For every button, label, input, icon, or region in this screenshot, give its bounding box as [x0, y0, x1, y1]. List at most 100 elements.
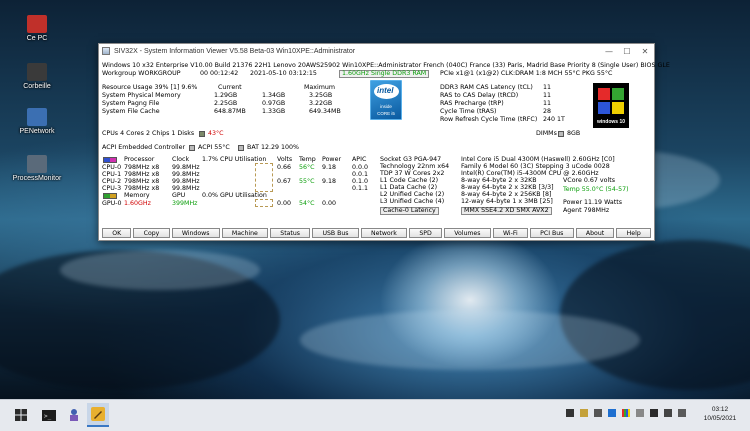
proc-header-apic: APIC	[352, 156, 367, 163]
gpu-power: 0.00	[322, 200, 337, 207]
desktop-icon-processmonitor[interactable]: ProcessMonitor	[7, 155, 67, 182]
gpu-temp: 54°C	[299, 200, 315, 207]
intel-model-text: CORE i5	[377, 111, 395, 116]
resource-label: System Pagng File	[102, 100, 160, 107]
toolbar-button-spd[interactable]: SPD	[409, 228, 442, 238]
cache-latency-button[interactable]: Cache-0 Latency	[380, 206, 439, 215]
toolbar-button-copy[interactable]: Copy	[133, 228, 170, 238]
instruction-set-box[interactable]: MMX SSE4.2 XD SMX AVX2	[461, 206, 552, 215]
resource-current: 1.33GB	[262, 108, 286, 115]
app-icon	[102, 47, 110, 55]
battery-text: BAT 12.29 100%	[247, 144, 300, 151]
desktop-icon-label: Corbeille	[23, 83, 51, 90]
memory-color-swatch	[103, 192, 117, 199]
toolbar-button-about[interactable]: About	[575, 228, 615, 238]
wallpaper-cloud	[60, 250, 260, 290]
proc-header-processor: Processor	[124, 156, 155, 163]
toolbar-button-network[interactable]: Network	[360, 228, 408, 238]
gpu-mhz: 1.60GHz	[124, 200, 151, 207]
cpu-count-text: CPUs 4 Cores 2 Chips 1 Disks	[102, 130, 195, 137]
tray-volume-icon[interactable]	[664, 409, 672, 417]
siv-content: Windows 10 x32 Enterprise V10.00 Build 2…	[102, 59, 670, 227]
window-titlebar[interactable]: SIV32X - System Information Viewer V5.58…	[99, 44, 654, 58]
toolbar-button-usb-bus[interactable]: USB Bus	[312, 228, 359, 238]
dimm-swatch	[558, 130, 564, 137]
ram-timing-value: 11	[543, 84, 552, 91]
resource-label: System File Cache	[102, 108, 160, 115]
taskbar-clock[interactable]: 03:12 10/05/2021	[696, 405, 744, 423]
gpu-name: GPU-0	[102, 200, 122, 207]
windows-10-logo: windows 10	[593, 83, 629, 128]
desktop-icon-label: ProcessMonitor	[12, 175, 62, 182]
disk-swatch	[199, 130, 205, 137]
cpu-power-text: Power 11.19 Watts	[563, 199, 622, 206]
proc-header-clock: Clock	[172, 156, 190, 163]
toolbar-button-help[interactable]: Help	[616, 228, 651, 238]
gpu-volts: 0.00	[277, 200, 292, 207]
windows-start-icon	[15, 409, 27, 421]
uptime-text: 00 00:12:42	[200, 70, 239, 77]
processor-color-swatch	[103, 156, 117, 163]
workgroup-text: Workgroup WORKGROUP	[102, 70, 181, 77]
cpu-apic: 0.1.1	[352, 185, 369, 192]
acpi-label: ACPI Embedded Controller	[102, 144, 186, 151]
maximize-button[interactable]: ☐	[618, 44, 636, 58]
resource-total: 1.29GB	[214, 92, 238, 99]
toolbar-button-ok[interactable]: OK	[102, 228, 132, 238]
taskbar-explorer[interactable]	[63, 403, 85, 427]
ram-timing-label: Row Refresh Cycle Time (tRFC)	[440, 116, 538, 123]
desktop-icon-penetwork[interactable]: PENetwork	[7, 108, 67, 135]
toolbar-button-windows[interactable]: Windows	[171, 228, 220, 238]
siv-window: SIV32X - System Information Viewer V5.58…	[98, 43, 670, 241]
minimize-button[interactable]: —	[600, 44, 618, 58]
tray-keyboard-icon[interactable]	[580, 409, 588, 417]
col-current: Current	[218, 84, 242, 91]
ram-timing-label: Cycle Time (tRAS)	[440, 108, 497, 115]
disk-temp: 43°C	[208, 130, 224, 137]
start-button[interactable]	[10, 403, 32, 427]
taskbar: >_ 03:12 10/05/2021	[0, 399, 750, 431]
header-line: Windows 10 x32 Enterprise V10.00 Build 2…	[102, 62, 670, 69]
resource-total: 648.87MB	[214, 108, 246, 115]
tray-network-icon[interactable]	[636, 409, 644, 417]
desktop-icon-label: PENetwork	[19, 128, 55, 135]
toolbar-button-volumes[interactable]: Volumes	[443, 228, 491, 238]
tray-battery-icon[interactable]	[678, 409, 686, 417]
resource-max: 649.34MB	[309, 108, 341, 115]
memory-label: Memory	[124, 192, 150, 199]
tray-flag-icon[interactable]	[622, 409, 630, 417]
toolbar-button-status[interactable]: Status	[270, 228, 311, 238]
ram-speed-box[interactable]: 1.60GHz Single DDR3 RAM	[339, 69, 430, 78]
ram-timing-label: RAS to CAS Delay (tRCD)	[440, 92, 519, 99]
ram-timing-label: DDR3 RAM CAS Latency (tCL)	[440, 84, 533, 91]
button-bar: OK Copy Windows Machine Status USB Bus Network…	[102, 228, 651, 238]
vcore-text: VCore 0.67 volts	[563, 177, 615, 184]
toolbar-button-pci-bus[interactable]: PCI Bus	[529, 228, 574, 238]
windows-logo-caption: windows 10	[596, 118, 626, 125]
desktop-icon-ce-pc[interactable]: Ce PC	[7, 15, 67, 42]
clock-time: 03:12	[711, 406, 729, 413]
gpu-utilisation-graph	[255, 199, 273, 207]
terminal-icon: >_	[42, 409, 56, 421]
desktop-icon-label: Ce PC	[26, 35, 48, 42]
close-button[interactable]: ✕	[636, 44, 654, 58]
tray-display-icon[interactable]	[650, 409, 658, 417]
resource-label: System Physical Memory	[102, 92, 181, 99]
taskbar-siv[interactable]	[87, 403, 109, 427]
toolbar-button-machine[interactable]: Machine	[221, 228, 269, 238]
taskbar-cmd[interactable]: >_	[38, 403, 60, 427]
ram-timing-value: 28	[543, 108, 552, 115]
tray-monitor-icon[interactable]	[594, 409, 602, 417]
tray-bluetooth-icon[interactable]	[608, 409, 616, 417]
ram-timing-value: 11	[543, 100, 552, 107]
cpu-info-item: L3 Unified Cache (4)	[380, 198, 445, 205]
desktop-icon-corbeille[interactable]: Corbeille	[7, 63, 67, 90]
battery-swatch	[238, 144, 244, 151]
tray-arrow-icon[interactable]	[566, 409, 574, 417]
proc-header-power: Power	[322, 156, 342, 163]
ram-timing-value: 240 1T	[543, 116, 565, 123]
resource-max: 3.25GB	[309, 92, 333, 99]
proc-header-volts: Volts	[277, 156, 293, 163]
toolbar-button-wi-fi[interactable]: Wi-Fi	[492, 228, 528, 238]
cpu-power: 9.18	[322, 178, 337, 185]
